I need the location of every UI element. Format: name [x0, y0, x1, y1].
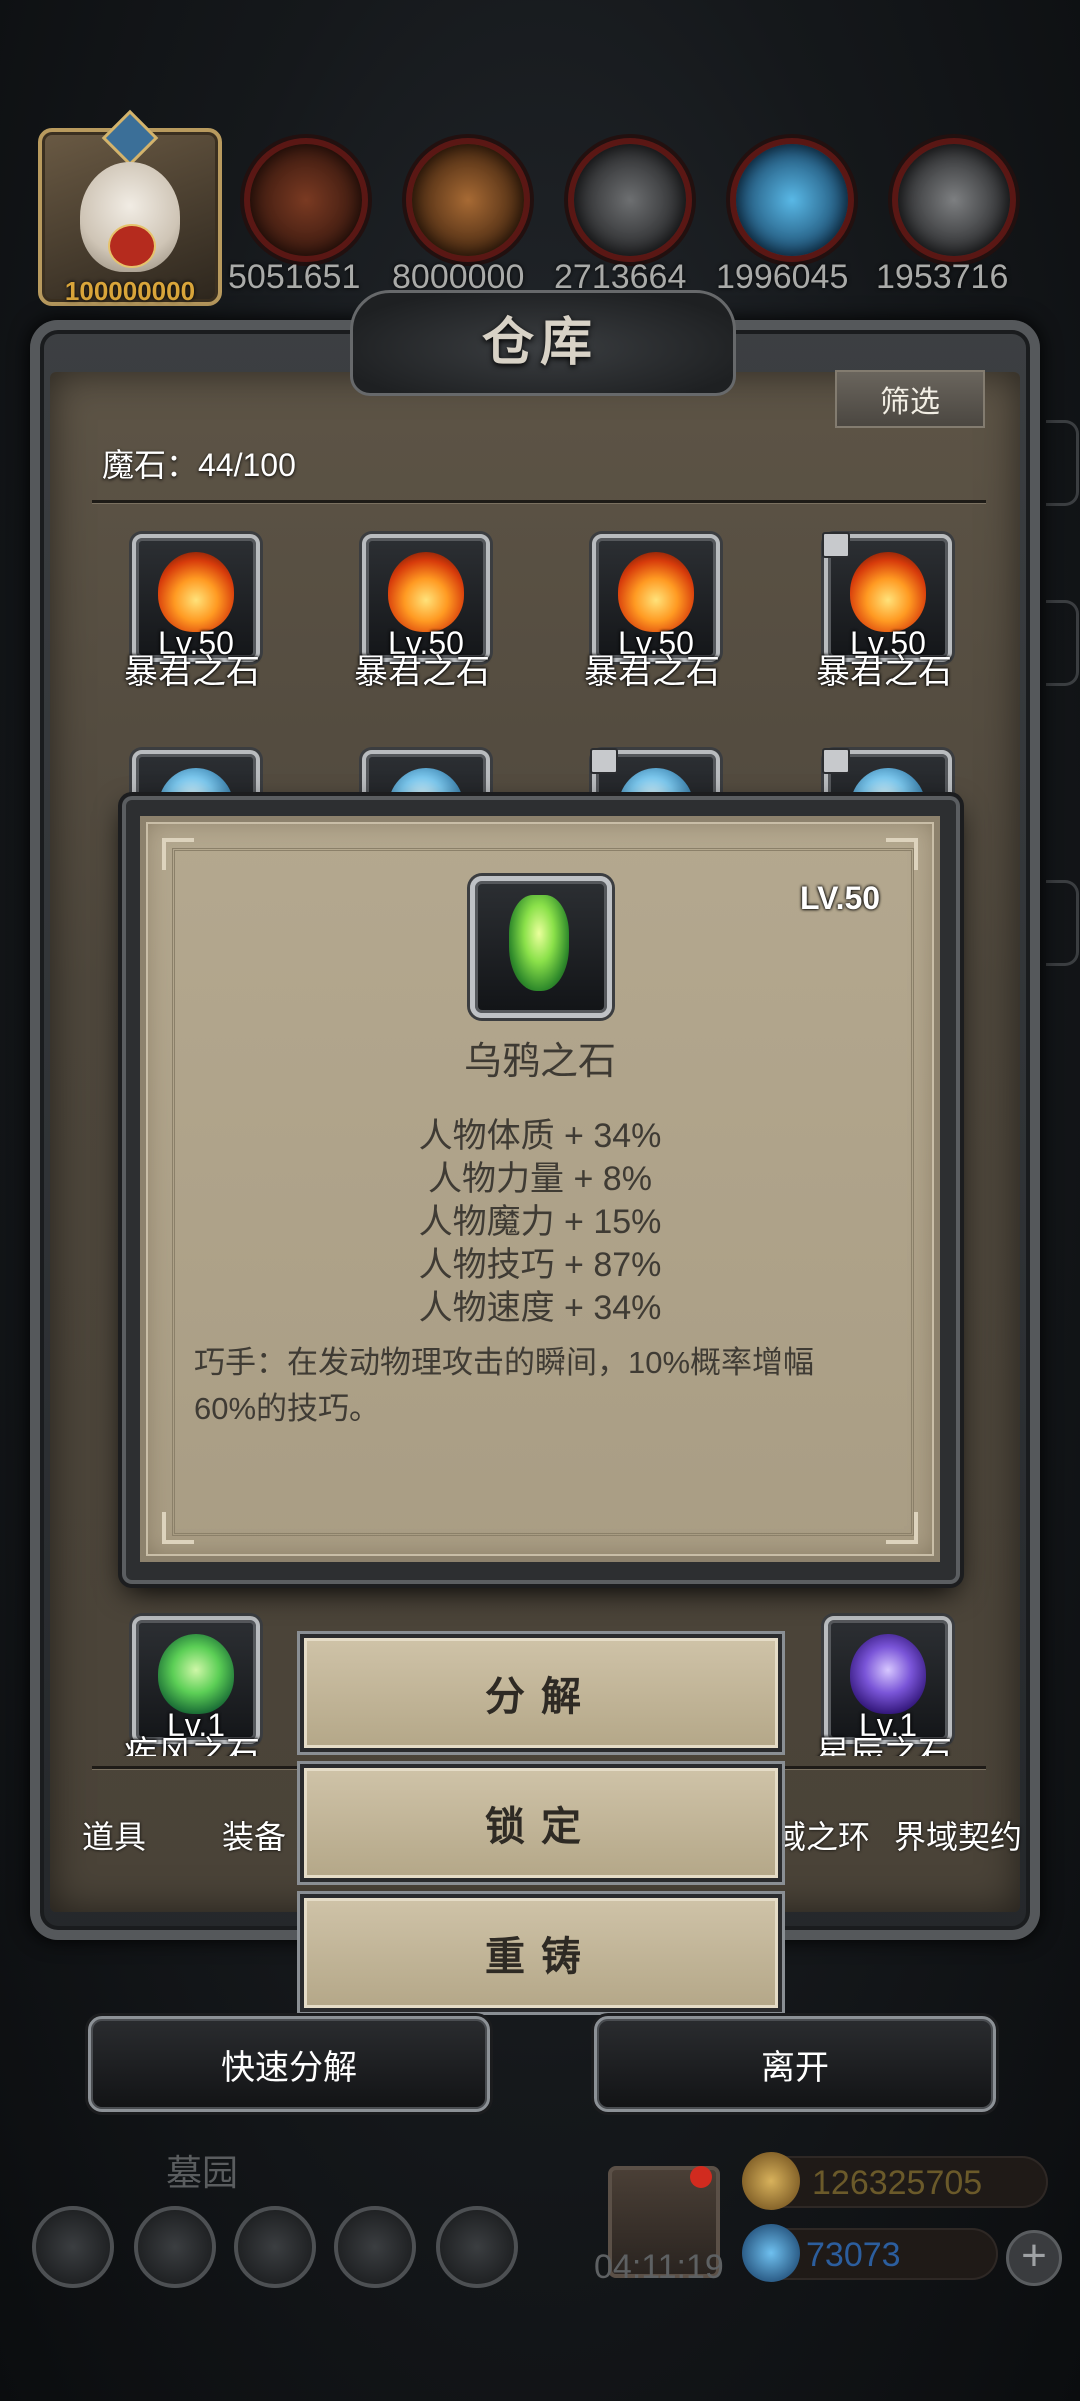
shop-icon[interactable] [436, 2206, 518, 2288]
level-up-arrow-icon [101, 109, 159, 167]
wood-icon[interactable] [406, 138, 530, 262]
avatar-value: 100000000 [64, 276, 196, 306]
codex-icon[interactable] [234, 2206, 316, 2288]
tab-domain-contract[interactable]: 界域契约 [894, 1812, 1022, 1858]
lock-icon [590, 748, 618, 774]
item-slot[interactable]: Lv.50 [592, 534, 720, 662]
gold-coin-icon [742, 2152, 800, 2210]
quick-decompose-button[interactable]: 快速分解 [88, 2016, 490, 2112]
item-name: 暴君之石 [584, 653, 720, 691]
stat-line: 人物技巧 + 87% [418, 1246, 662, 1284]
item-slot[interactable]: Lv.50 [362, 534, 490, 662]
side-tab-decoration [1046, 600, 1079, 686]
fire-stone-icon [158, 552, 234, 632]
popup-item-name: 乌鸦之石 [463, 1041, 616, 1083]
gift-timer: 04:11:19 [594, 2248, 724, 2286]
wind-stone-icon [158, 1634, 234, 1714]
skill-description: 巧手：在发动物理攻击的瞬间，10%概率增幅60%的技巧。 [194, 1345, 815, 1426]
item-name: 星辰之石 [816, 1735, 952, 1756]
crow-stone-icon [470, 876, 612, 1018]
graveyard-label[interactable]: 墓园 [166, 2144, 238, 2196]
notification-dot [690, 2166, 712, 2188]
add-currency-button[interactable]: + [1006, 2230, 1062, 2286]
item-name: 暴君之石 [124, 653, 260, 691]
lock-icon [822, 748, 850, 774]
emblem-badge-icon [108, 224, 156, 268]
mail-icon[interactable] [334, 2206, 416, 2288]
tab-domain-ring[interactable]: 域之环 [774, 1812, 870, 1858]
stat-line: 人物体质 + 34% [418, 1117, 662, 1155]
fire-stone-icon [850, 552, 926, 632]
filter-button[interactable]: 筛选 [835, 370, 985, 428]
item-slot[interactable]: Lv.50 [132, 534, 260, 662]
corner-ornament [162, 838, 194, 870]
item-name: 暴君之石 [816, 653, 952, 691]
item-slot[interactable]: Lv.1 [824, 1616, 952, 1744]
popup-level: LV.50 [800, 880, 881, 916]
item-slot[interactable]: Lv.50 [822, 532, 952, 662]
stone-value: 1953716 [876, 258, 1009, 296]
crystal-icon[interactable] [730, 138, 854, 262]
settings-icon[interactable] [32, 2206, 114, 2288]
gold-value: 126325705 [812, 2164, 983, 2202]
corner-ornament [886, 838, 918, 870]
side-tab-decoration [1046, 880, 1079, 966]
reforge-button[interactable]: 重铸 [300, 1894, 782, 2012]
crystal-value: 1996045 [716, 258, 849, 296]
fire-stone-icon [388, 552, 464, 632]
decompose-button[interactable]: 分解 [300, 1634, 782, 1752]
meat-value: 5051651 [228, 258, 361, 296]
item-slot[interactable]: Lv.1 [132, 1616, 260, 1744]
corner-ornament [886, 1512, 918, 1544]
meat-icon[interactable] [244, 138, 368, 262]
star-stone-icon [850, 1634, 926, 1714]
gem-icon [742, 2224, 800, 2282]
item-name: 暴君之石 [354, 653, 490, 691]
stone-icon[interactable] [892, 138, 1016, 262]
tab-equipment[interactable]: 装备 [222, 1812, 286, 1858]
stat-line: 人物速度 + 34% [418, 1289, 662, 1327]
star-menu-icon[interactable] [134, 2206, 216, 2288]
green-crystal-icon [509, 895, 569, 991]
iron-icon[interactable] [568, 138, 692, 262]
divider [92, 500, 986, 503]
gem-value: 73073 [806, 2236, 901, 2274]
stat-line: 人物魔力 + 15% [418, 1203, 662, 1241]
corner-ornament [162, 1512, 194, 1544]
warehouse-title: 仓库 [481, 312, 598, 373]
item-name: 疾风之石 [124, 1735, 260, 1756]
side-tab-decoration [1046, 420, 1079, 506]
leave-button[interactable]: 离开 [594, 2016, 996, 2112]
stone-count: 魔石：44/100 [102, 447, 296, 483]
lock-button[interactable]: 锁定 [300, 1764, 782, 1882]
fire-stone-icon [618, 552, 694, 632]
tab-items[interactable]: 道具 [82, 1812, 146, 1858]
lock-icon [822, 532, 850, 558]
stat-line: 人物力量 + 8% [428, 1160, 652, 1198]
